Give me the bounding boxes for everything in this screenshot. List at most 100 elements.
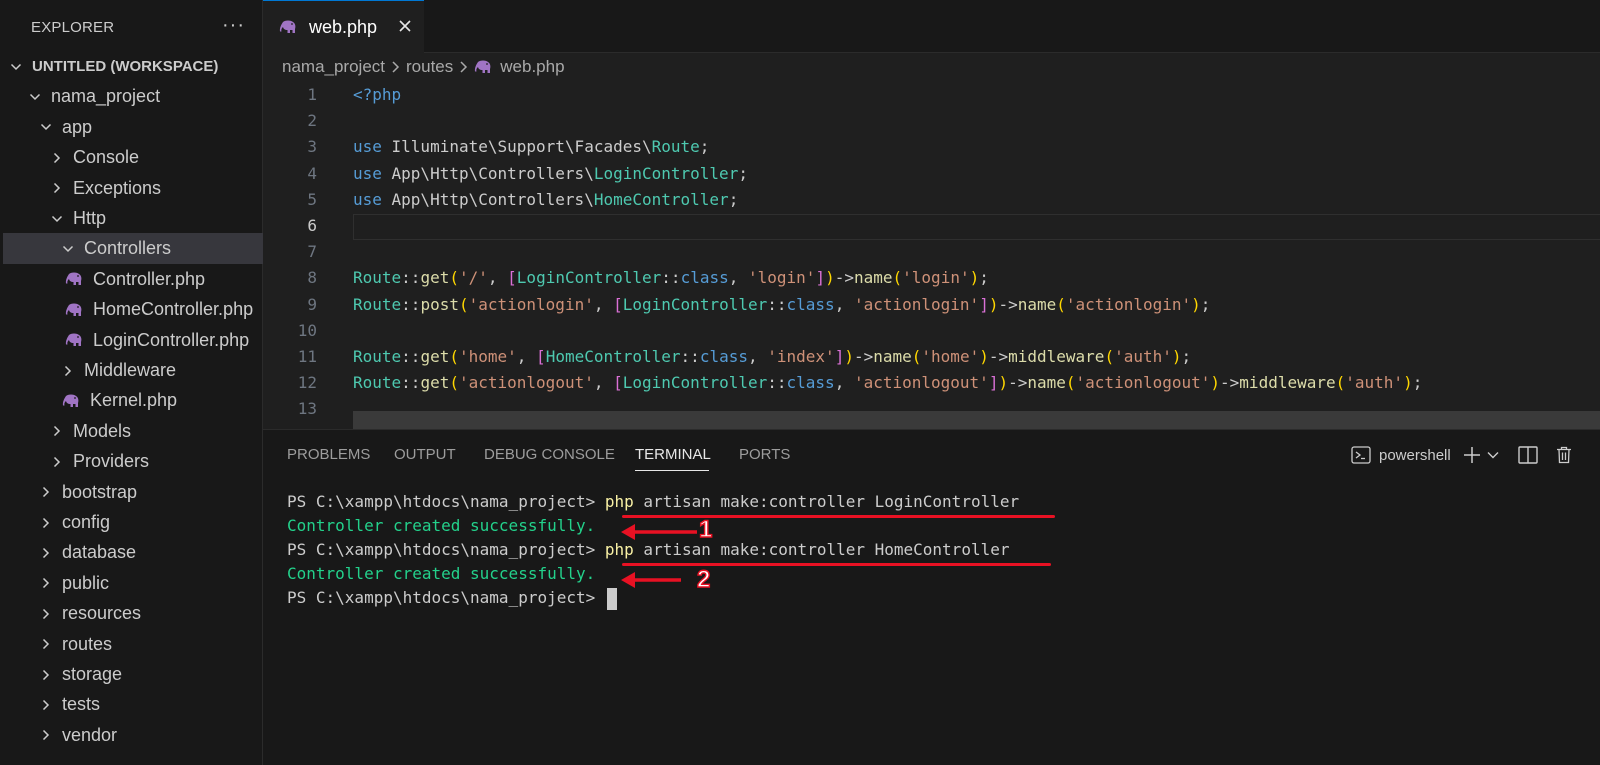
terminal-line: PS C:\xampp\htdocs\nama_project> php art… xyxy=(287,490,1019,514)
chevron-right-icon[interactable] xyxy=(40,667,52,683)
code-token: 'login' xyxy=(902,268,970,288)
chevron-right-icon[interactable] xyxy=(51,150,63,166)
tree-folder-vendor[interactable]: vendor xyxy=(3,720,263,751)
chevron-down-icon[interactable] xyxy=(10,59,22,75)
terminal-profile-button[interactable]: powershell xyxy=(1351,442,1451,468)
tree-folder-nama-project[interactable]: nama_project xyxy=(3,81,263,112)
code-token: ) xyxy=(998,373,1009,393)
close-icon[interactable] xyxy=(394,15,416,37)
chevron-right-icon[interactable] xyxy=(40,545,52,561)
code-text: Route::get('home', [HomeController::clas… xyxy=(353,344,1191,370)
explorer-sidebar: EXPLORER ··· UNTITLED (WORKSPACE) nama_pr… xyxy=(0,0,263,765)
tree-folder-console[interactable]: Console xyxy=(3,142,263,173)
tree-file-homecontroller-php[interactable]: HomeController.php xyxy=(3,294,263,325)
tree-folder-routes[interactable]: routes xyxy=(3,629,263,660)
chevron-down-icon[interactable] xyxy=(51,211,63,227)
tree-folder-tests[interactable]: tests xyxy=(3,689,263,720)
tree-folder-app[interactable]: app xyxy=(3,112,263,143)
ellipsis-icon[interactable]: ··· xyxy=(222,14,245,37)
tab-output[interactable]: OUTPUT xyxy=(394,446,456,472)
tree-file-controller-php[interactable]: Controller.php xyxy=(3,264,263,295)
tree-file-logincontroller-php[interactable]: LoginController.php xyxy=(3,325,263,356)
code-token: 'actionlogout' xyxy=(458,373,594,393)
tree-folder-http[interactable]: Http xyxy=(3,203,263,234)
chevron-right-icon[interactable] xyxy=(51,454,63,470)
chevron-right-icon[interactable] xyxy=(51,180,63,196)
tree-item-label: storage xyxy=(62,664,123,684)
line-number: 13 xyxy=(297,399,317,419)
tree-folder-database[interactable]: database xyxy=(3,537,263,568)
breadcrumb-item-project[interactable]: nama_project xyxy=(282,57,385,77)
tree-folder-config[interactable]: config xyxy=(3,507,263,538)
code-editor[interactable]: 1 <?php 2 3 use Illuminate\Support\Facades\R… xyxy=(263,81,1600,429)
chevron-right-icon[interactable] xyxy=(40,727,52,743)
code-token: LoginController xyxy=(622,294,768,314)
php-elephant-icon xyxy=(279,19,299,35)
tree-folder-middleware[interactable]: Middleware xyxy=(3,355,263,386)
code-token: Route xyxy=(353,373,402,393)
tree-item-label: UNTITLED (WORKSPACE) xyxy=(32,58,219,75)
tab-terminal[interactable]: TERMINAL xyxy=(635,446,711,472)
chevron-right-icon[interactable] xyxy=(62,363,74,379)
tree-item-label: resources xyxy=(62,603,142,624)
tab-debug-console[interactable]: DEBUG CONSOLE xyxy=(484,446,615,472)
code-line: 11 Route::get('home', [HomeController::cl… xyxy=(263,344,1600,370)
annotation-number-1: 1 xyxy=(698,515,713,543)
chevron-right-icon[interactable] xyxy=(51,423,63,439)
tree-folder-storage[interactable]: storage xyxy=(3,659,263,690)
tree-file-kernel-php[interactable]: Kernel.php xyxy=(3,385,263,416)
line-number: 10 xyxy=(297,320,317,340)
chevron-right-icon[interactable] xyxy=(40,606,52,622)
code-token: use xyxy=(353,163,392,183)
tree-folder-untitled-workspace[interactable]: UNTITLED (WORKSPACE) xyxy=(3,51,263,82)
terminal-line[interactable]: PS C:\xampp\htdocs\nama_project> xyxy=(287,586,617,610)
tree-folder-exceptions[interactable]: Exceptions xyxy=(3,173,263,204)
code-token: -> xyxy=(834,268,854,288)
tree-folder-controllers[interactable]: Controllers xyxy=(3,233,263,265)
chevron-right-icon[interactable] xyxy=(40,515,52,531)
chevron-right-icon[interactable] xyxy=(40,697,52,713)
code-token: '/' xyxy=(458,268,488,288)
code-token: :: xyxy=(401,347,421,366)
code-token: 'auth' xyxy=(1114,347,1172,366)
code-token: HomeController xyxy=(593,189,729,209)
code-token: :: xyxy=(401,268,421,288)
code-token: :: xyxy=(767,373,787,393)
code-token: LoginController xyxy=(516,268,662,288)
tree-folder-resources[interactable]: resources xyxy=(3,598,263,629)
chevron-down-icon[interactable] xyxy=(29,89,41,105)
tab-web-php[interactable]: web.php xyxy=(263,0,424,53)
chevron-down-icon[interactable] xyxy=(1485,442,1501,468)
breadcrumb-item-routes[interactable]: routes xyxy=(406,57,453,77)
breadcrumb-item-file[interactable]: web.php xyxy=(500,57,564,77)
terminal-prompt: PS C:\xampp\htdocs\nama_project> xyxy=(287,588,605,607)
tab-problems[interactable]: PROBLEMS xyxy=(287,446,370,472)
code-token: ) xyxy=(1171,347,1182,366)
tab-ports[interactable]: PORTS xyxy=(739,446,790,472)
code-token: , xyxy=(593,373,614,393)
plus-icon[interactable] xyxy=(1461,442,1483,468)
terminal-prompt: PS C:\xampp\htdocs\nama_project> xyxy=(287,540,605,559)
split-icon[interactable] xyxy=(1517,442,1539,468)
code-token: ] xyxy=(988,373,999,393)
line-number: 4 xyxy=(307,163,317,183)
tree-folder-models[interactable]: Models xyxy=(3,416,263,447)
chevron-right-icon[interactable] xyxy=(40,636,52,652)
horizontal-scrollbar[interactable] xyxy=(353,411,1600,429)
line-number: 7 xyxy=(307,242,317,262)
code-token: Route xyxy=(651,137,700,157)
tree-item-label: app xyxy=(62,116,93,137)
code-token: ( xyxy=(1335,373,1346,393)
terminal-prompt: PS C:\xampp\htdocs\nama_project> xyxy=(287,492,605,511)
trash-icon[interactable] xyxy=(1553,442,1575,468)
tree-folder-public[interactable]: public xyxy=(3,568,263,599)
active-tab-indicator xyxy=(635,470,709,471)
tree-folder-bootstrap[interactable]: bootstrap xyxy=(3,477,263,508)
chevron-down-icon[interactable] xyxy=(62,241,74,257)
chevron-down-icon[interactable] xyxy=(40,119,52,135)
code-token: ( xyxy=(1104,347,1115,366)
chevron-right-icon[interactable] xyxy=(40,484,52,500)
chevron-right-icon[interactable] xyxy=(40,575,52,591)
tree-folder-providers[interactable]: Providers xyxy=(3,446,263,477)
annotation-arrow-2 xyxy=(621,572,681,588)
